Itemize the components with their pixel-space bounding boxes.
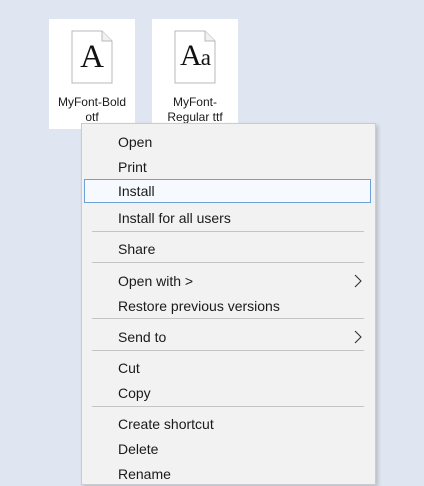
- menu-item-cut[interactable]: Cut: [84, 356, 371, 380]
- menu-separator: [92, 262, 364, 263]
- menu-item-install-all-users[interactable]: Install for all users: [84, 206, 371, 230]
- menu-separator: [92, 350, 364, 351]
- menu-item-label: Create shortcut: [118, 416, 214, 432]
- menu-item-label: Open with >: [118, 273, 194, 289]
- menu-item-label: Install: [118, 183, 155, 199]
- menu-item-open[interactable]: Open: [84, 130, 371, 154]
- menu-item-label: Delete: [118, 441, 159, 457]
- menu-item-label: Send to: [118, 329, 167, 345]
- menu-item-label: Copy: [118, 385, 151, 401]
- chevron-right-icon: [354, 274, 362, 288]
- menu-item-install[interactable]: Install: [84, 179, 371, 203]
- glyph-upper: A: [180, 39, 202, 72]
- file-name-label: MyFont-Bold otf: [49, 95, 135, 125]
- menu-item-label: Share: [118, 241, 156, 257]
- font-glyph-preview: Aa: [174, 41, 216, 71]
- menu-item-open-with[interactable]: Open with >: [84, 269, 371, 293]
- menu-item-print[interactable]: Print: [84, 155, 371, 179]
- menu-separator: [92, 231, 364, 232]
- menu-item-share[interactable]: Share: [84, 237, 371, 261]
- menu-item-label: Cut: [118, 360, 140, 376]
- file-name-line1: MyFont-Bold: [57, 95, 127, 109]
- menu-separator: [92, 318, 364, 319]
- context-menu: Open Print Install Install for all users…: [81, 123, 376, 485]
- glyph-lower: a: [200, 45, 211, 70]
- font-glyph-preview: A: [80, 39, 104, 75]
- menu-item-label: Print: [118, 159, 147, 175]
- menu-item-create-shortcut[interactable]: Create shortcut: [84, 412, 371, 436]
- file-myfont-bold[interactable]: A MyFont-Bold otf: [49, 19, 135, 129]
- menu-item-restore-previous-versions[interactable]: Restore previous versions: [84, 294, 371, 318]
- chevron-right-icon: [354, 330, 362, 344]
- menu-item-label: Rename: [118, 466, 171, 482]
- file-myfont-regular[interactable]: Aa MyFont- Regular ttf: [152, 19, 238, 129]
- menu-item-copy[interactable]: Copy: [84, 381, 371, 405]
- file-name-line1: MyFont-: [172, 95, 217, 109]
- font-file-icon: Aa: [174, 30, 216, 84]
- menu-item-label: Open: [118, 134, 153, 150]
- menu-separator: [92, 406, 364, 407]
- menu-item-label: Install for all users: [118, 210, 231, 226]
- menu-item-label: Restore previous versions: [118, 298, 280, 314]
- menu-item-send-to[interactable]: Send to: [84, 325, 371, 349]
- menu-item-rename[interactable]: Rename: [84, 462, 371, 486]
- menu-item-delete[interactable]: Delete: [84, 437, 371, 461]
- file-name-label: MyFont- Regular ttf: [152, 95, 238, 125]
- font-file-icon: A: [71, 30, 113, 84]
